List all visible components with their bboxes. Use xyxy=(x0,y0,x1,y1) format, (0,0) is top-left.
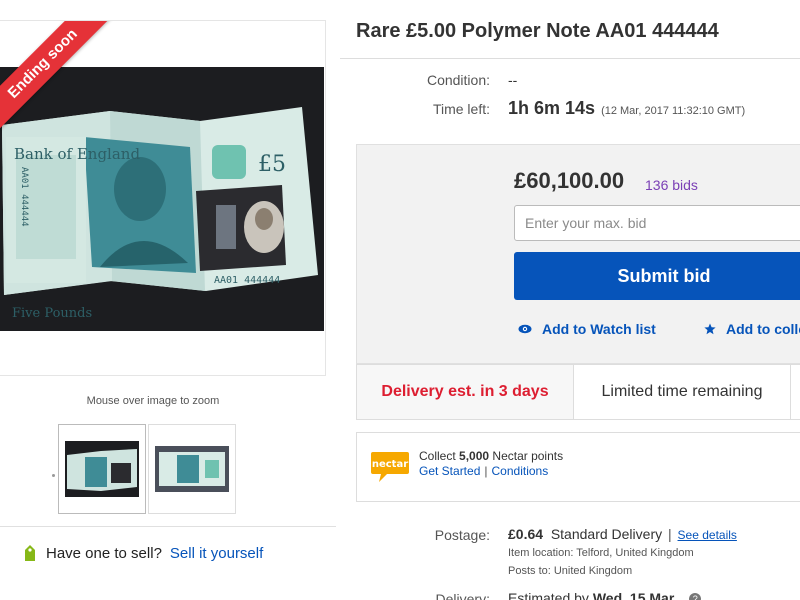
item-location: Item location: Telford, United Kingdom xyxy=(508,547,694,559)
postage-separator: | xyxy=(668,526,672,542)
bid-count-link[interactable]: 136 bids xyxy=(645,177,698,193)
delivery-prefix: Estimated by xyxy=(508,590,589,600)
note-bank-text: Bank of England xyxy=(14,145,140,163)
eye-icon xyxy=(518,324,532,334)
tag-icon xyxy=(25,545,35,561)
note-serial: AA01 444444 xyxy=(214,275,280,286)
nectar-logo: nectar xyxy=(371,452,409,482)
thumbnail-image-dark xyxy=(65,441,139,497)
note-serial-vertical: AA01 444444 xyxy=(19,167,29,227)
nectar-points: 5,000 xyxy=(459,449,490,463)
tab-delivery-estimate[interactable]: Delivery est. in 3 days xyxy=(357,365,574,419)
postage-price: £0.64 xyxy=(508,526,544,542)
star-icon xyxy=(704,323,716,335)
zoom-hint: Mouse over image to zoom xyxy=(86,395,220,407)
tab-limited-time[interactable]: Limited time remaining xyxy=(574,365,791,419)
nectar-get-started-link[interactable]: Get Started xyxy=(419,464,480,478)
add-to-collection-link[interactable]: Add to colle xyxy=(704,321,800,337)
watch-list-label: Add to Watch list xyxy=(542,321,656,337)
nectar-collect-prefix: Collect xyxy=(419,449,456,463)
collection-label: Add to colle xyxy=(726,321,800,337)
sell-question: Have one to sell? xyxy=(46,544,162,562)
add-to-watch-list-link[interactable]: Add to Watch list xyxy=(518,321,656,337)
delivery-date: Wed. 15 Mar. xyxy=(592,590,678,600)
thumb-indicator xyxy=(52,474,55,477)
delivery-label: Delivery: xyxy=(435,591,490,600)
title-divider xyxy=(340,58,800,59)
main-image[interactable]: Bank of England Five Pounds £5 AA01 4444… xyxy=(0,67,324,331)
info-tabs: Delivery est. in 3 days Limited time rem… xyxy=(356,364,800,420)
nectar-logo-text: nectar xyxy=(372,459,408,470)
banknote-photo: Bank of England Five Pounds £5 AA01 4444… xyxy=(2,107,318,321)
thumbnail-2[interactable] xyxy=(148,424,236,514)
current-price: £60,100.00 xyxy=(514,168,625,193)
image-panel: Ending soon Bank of England Five Pounds … xyxy=(0,20,326,376)
condition-value: -- xyxy=(508,72,518,88)
sell-it-yourself-link[interactable]: Sell it yourself xyxy=(170,545,263,562)
postage-service: Standard Delivery xyxy=(550,526,663,542)
tab-more[interactable] xyxy=(791,365,800,419)
nectar-links: Get Started | Conditions xyxy=(419,464,548,478)
nectar-box: nectar Collect 5,000 Nectar points Get S… xyxy=(356,432,800,502)
delivery-value: Estimated by Wed. 15 Mar. ? xyxy=(508,590,702,600)
time-left-value: 1h 6m 14s (12 Mar, 2017 11:32:10 GMT) xyxy=(508,98,745,119)
thumbnail-strip xyxy=(58,424,236,514)
end-time: (12 Mar, 2017 11:32:10 GMT) xyxy=(601,105,746,117)
postage-label: Postage: xyxy=(434,527,490,543)
sell-one-prompt: Have one to sell? Sell it yourself xyxy=(22,544,263,562)
left-divider xyxy=(0,526,336,527)
nectar-separator: | xyxy=(484,464,488,478)
posts-to: Posts to: United Kingdom xyxy=(508,565,633,577)
submit-bid-button[interactable]: Submit bid xyxy=(514,252,800,300)
time-left-label: Time left: xyxy=(432,101,490,117)
see-details-link[interactable]: See details xyxy=(678,528,737,542)
thumbnail-image-flat xyxy=(155,446,229,492)
nectar-conditions-link[interactable]: Conditions xyxy=(492,464,549,478)
note-denomination: £5 xyxy=(258,152,286,177)
note-words: Five Pounds xyxy=(12,306,92,321)
nectar-collect-suffix: Nectar points xyxy=(492,449,564,463)
postage-value: £0.64 Standard Delivery | See details xyxy=(508,526,737,542)
help-icon[interactable]: ? xyxy=(689,593,702,600)
max-bid-input[interactable] xyxy=(514,205,800,241)
condition-label: Condition: xyxy=(426,72,490,88)
item-title: Rare £5.00 Polymer Note AA01 444444 xyxy=(356,20,719,42)
nectar-collect-text: Collect 5,000 Nectar points xyxy=(419,449,563,463)
time-left-countdown: 1h 6m 14s xyxy=(508,98,596,118)
thumbnail-1[interactable] xyxy=(58,424,146,514)
